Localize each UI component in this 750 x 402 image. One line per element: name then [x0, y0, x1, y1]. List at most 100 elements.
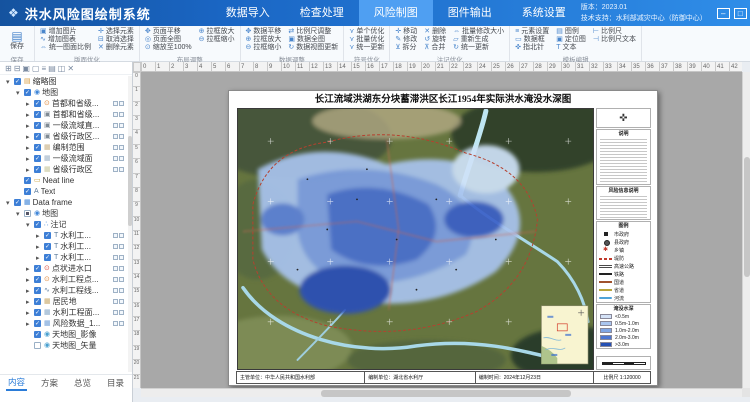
layer-label[interactable]: 一级流域面: [53, 153, 93, 164]
expander-icon[interactable]: [26, 298, 34, 306]
tree-row[interactable]: ▦ 一级流域面: [0, 153, 127, 164]
menu-item[interactable]: 数据导入: [211, 0, 285, 26]
ribbon-button[interactable]: ∿ 增加图表: [40, 36, 91, 44]
layer-checkbox[interactable]: [34, 122, 41, 129]
layer-label[interactable]: 缩略图: [33, 76, 57, 87]
layer-label[interactable]: 水利工...: [60, 252, 91, 263]
expander-icon[interactable]: [26, 122, 34, 130]
layer-checkbox[interactable]: [14, 78, 21, 85]
sidebar-scrollbar[interactable]: [128, 76, 132, 372]
tree-toolbar-icon[interactable]: ⊟: [14, 64, 21, 73]
layer-checkbox[interactable]: [34, 298, 41, 305]
horizontal-scrollbar[interactable]: [141, 388, 742, 397]
layer-label[interactable]: 居民地: [53, 296, 77, 307]
layer-label[interactable]: 天地图_影像: [52, 329, 96, 340]
tree-row[interactable]: ◉ 天地图_矢量: [0, 340, 127, 351]
layer-label[interactable]: 地图: [42, 208, 58, 219]
expander-icon[interactable]: [26, 287, 34, 295]
expander-icon[interactable]: [26, 309, 34, 317]
tree-toolbar-icon[interactable]: ▣: [22, 64, 30, 73]
menu-item[interactable]: 风险制图: [359, 0, 433, 26]
layer-checkbox[interactable]: [34, 221, 41, 228]
tree-row[interactable]: ▣ 一级流域直...: [0, 120, 127, 131]
layer-label[interactable]: 水利工程点...: [52, 274, 99, 285]
tree-toolbar-icon[interactable]: ≡: [42, 64, 47, 73]
layer-tool-icons[interactable]: [113, 112, 127, 117]
layer-tool-icons[interactable]: [113, 288, 127, 293]
ribbon-button[interactable]: ⊖ 拉框缩小: [199, 36, 235, 44]
ribbon-button[interactable]: ↺ 旋转: [424, 36, 446, 44]
tree-toolbar-icon[interactable]: ✕: [67, 64, 74, 73]
layer-tool-icons[interactable]: [113, 321, 127, 326]
ribbon-button[interactable]: ⊕ 拉框放大: [246, 36, 282, 44]
tree-row[interactable]: ▦ 水利工程面...: [0, 307, 127, 318]
layout-canvas[interactable]: 长江流域洪湖东分块蓄滞洪区长江1954年实际洪水淹没水深图: [141, 72, 742, 388]
depth-legend-box[interactable]: 淹没水深 <0.5m 0.5m-1.0: [596, 304, 651, 349]
sidebar-scrollbar-thumb[interactable]: [128, 136, 132, 226]
tree-row[interactable]: ◉ 天地图_影像: [0, 329, 127, 340]
tree-row[interactable]: T 水利工...: [0, 252, 127, 263]
legend-box[interactable]: 图例 市政府 县政府: [596, 221, 651, 303]
menu-item[interactable]: 系统设置: [507, 0, 581, 26]
ribbon-button[interactable]: ⇔ 批量修改大小: [453, 28, 504, 36]
layer-tool-icons[interactable]: [113, 244, 127, 249]
layer-label[interactable]: 一级流域直...: [53, 120, 100, 131]
ribbon-button[interactable]: ↻ 数据视图更新: [288, 44, 338, 52]
tree-row[interactable]: ⊙ 水利工程点...: [0, 274, 127, 285]
expander-icon[interactable]: [26, 111, 34, 119]
ribbon-button[interactable]: ✥ 页面平移: [145, 28, 192, 36]
layer-checkbox[interactable]: [14, 199, 21, 206]
expander-icon[interactable]: [26, 166, 34, 174]
layer-label[interactable]: 水利工...: [60, 241, 91, 252]
ribbon-button[interactable]: ✥ 数据平移: [246, 28, 282, 36]
expander-icon[interactable]: [6, 199, 14, 207]
ribbon-button[interactable]: ⇄ 比例尺调整: [288, 28, 338, 36]
layer-tool-icons[interactable]: [113, 233, 127, 238]
layer-checkbox[interactable]: [34, 320, 41, 327]
layer-label[interactable]: 天地图_矢量: [52, 340, 96, 351]
ribbon-button[interactable]: ▣ 增加图片: [40, 28, 91, 36]
tree-row[interactable]: ⊙ 首都和省级...: [0, 98, 127, 109]
ribbon-button[interactable]: ⋎ 统一更新: [349, 44, 384, 52]
layer-tool-icons[interactable]: [113, 156, 127, 161]
scale-bar-box[interactable]: [596, 356, 651, 370]
layer-label[interactable]: 首都和省级...: [53, 109, 100, 120]
tree-row[interactable]: ▭ Neat line: [0, 175, 127, 186]
ribbon-button[interactable]: ✕ 删除: [424, 28, 446, 36]
expander-icon[interactable]: [36, 232, 44, 240]
tree-row[interactable]: ∿ 水利工程线...: [0, 285, 127, 296]
vertical-scrollbar[interactable]: [742, 72, 750, 388]
risk-info-box[interactable]: 风险信息说明: [596, 186, 651, 220]
layer-checkbox[interactable]: [34, 331, 41, 338]
layer-checkbox[interactable]: [44, 254, 51, 261]
layer-checkbox[interactable]: [34, 133, 41, 140]
north-arrow-box[interactable]: ✜: [596, 108, 651, 128]
layer-label[interactable]: Data frame: [33, 198, 73, 207]
layer-tool-icons[interactable]: [113, 255, 127, 260]
ribbon-button[interactable]: ⊼ 合并: [424, 44, 446, 52]
tree-toolbar-icon[interactable]: ◫: [58, 64, 66, 73]
layer-label[interactable]: 水利工程面...: [53, 307, 100, 318]
layer-label[interactable]: 风险数据_1...: [53, 318, 101, 329]
sidebar-tab[interactable]: 目录: [105, 376, 126, 390]
tree-toolbar-icon[interactable]: ▤: [48, 64, 56, 73]
layer-checkbox[interactable]: [24, 177, 31, 184]
tree-row[interactable]: ◉ 地图: [0, 208, 127, 219]
ribbon-button[interactable]: ▣ 定位图: [556, 36, 586, 44]
sidebar-tab[interactable]: 总览: [72, 376, 93, 390]
layer-checkbox[interactable]: [24, 210, 31, 217]
ribbon-button[interactable]: ▣ 数据全图: [288, 36, 338, 44]
layer-label[interactable]: 地图: [42, 87, 58, 98]
layer-tool-icons[interactable]: [113, 266, 127, 271]
layer-checkbox[interactable]: [34, 309, 41, 316]
layer-tool-icons[interactable]: [113, 277, 127, 282]
layer-checkbox[interactable]: [44, 232, 51, 239]
layer-tool-icons[interactable]: [113, 310, 127, 315]
expander-icon[interactable]: [26, 100, 34, 108]
layer-tool-icons[interactable]: [113, 299, 127, 304]
tree-row[interactable]: ∴ 注记: [0, 219, 127, 230]
ribbon-button[interactable]: ⊙ 缩放至100%: [145, 44, 192, 52]
layer-tool-icons[interactable]: [113, 167, 127, 172]
layer-checkbox[interactable]: [24, 188, 31, 195]
tree-row[interactable]: ▦ Data frame: [0, 197, 127, 208]
